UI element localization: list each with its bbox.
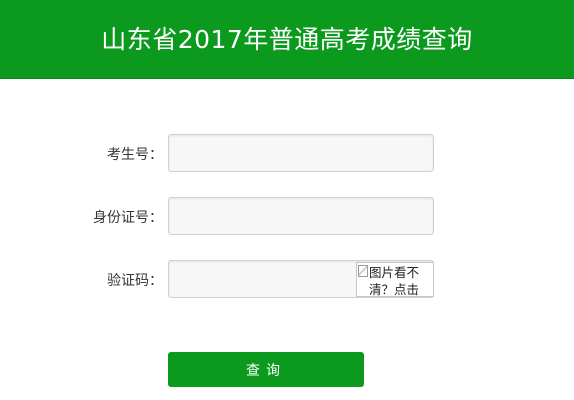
captcha-image[interactable]: 图片看不清？点击 <box>356 262 434 297</box>
exam-number-input[interactable] <box>168 134 434 172</box>
broken-image-icon <box>358 265 368 277</box>
id-number-label: 身份证号： <box>93 210 163 226</box>
id-number-input[interactable] <box>168 197 434 235</box>
page-header: 山东省2017年普通高考成绩查询 <box>0 0 574 79</box>
query-button[interactable]: 查询 <box>168 352 364 387</box>
exam-number-label: 考生号： <box>107 147 163 163</box>
page-title: 山东省2017年普通高考成绩查询 <box>101 25 473 54</box>
captcha-image-alt-text: 图片看不清？点击 <box>369 265 420 297</box>
captcha-label: 验证码： <box>107 273 163 289</box>
